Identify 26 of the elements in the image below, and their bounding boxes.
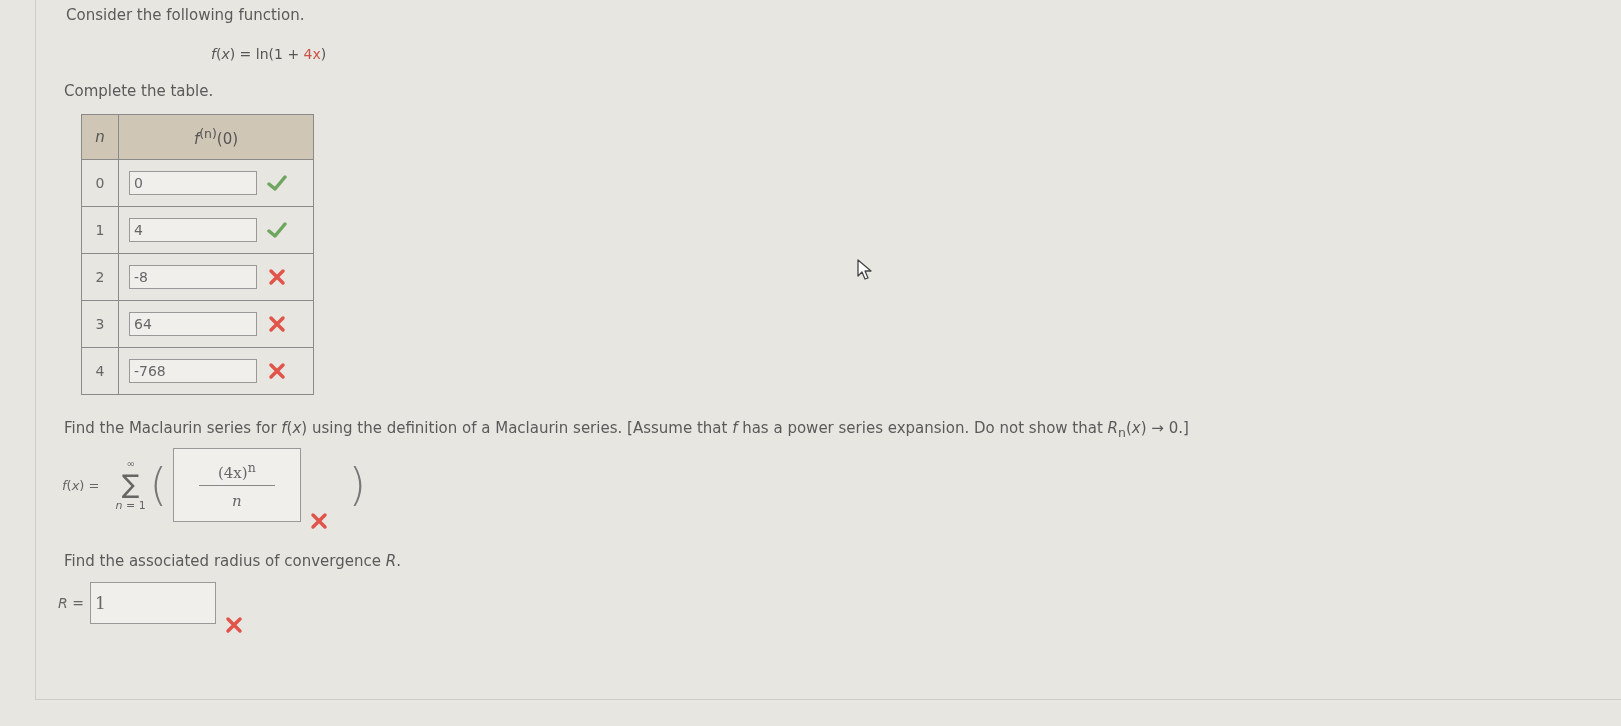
answer-field[interactable]: -8	[129, 265, 257, 289]
sum-upper-limit: ∞	[126, 458, 135, 469]
column-header: f$^{(n)}$(0)	[118, 114, 314, 160]
table-cell: 3	[81, 300, 119, 348]
answer-field[interactable]: 0	[129, 171, 257, 195]
column-header: n	[81, 114, 119, 160]
sum-lower-limit: n = 1	[115, 499, 146, 512]
radius-prompt: Find the associated radius of convergence R.	[64, 552, 401, 570]
table-cell: 1	[81, 206, 119, 254]
table-cell: 4	[81, 347, 119, 395]
function-formula: f(x) = ln(1 + 4x)	[211, 46, 327, 62]
answer-field[interactable]: 64	[129, 312, 257, 336]
table-cell: 0	[81, 159, 119, 207]
answer-field[interactable]: 1	[89, 582, 216, 624]
answer-field[interactable]: -768	[129, 359, 257, 383]
sum-symbol: ∑	[121, 469, 140, 499]
close-parenthesis: )	[348, 463, 366, 507]
answer-field[interactable]: (4x)$^{n}$ n	[172, 448, 301, 522]
table-cell: 2	[81, 253, 119, 301]
series-instructions: Find the Maclaurin series for f(x) using the definition of a Maclaurin series. [Assume that f has a power series expansion. Do not show that R$_{n}$(x) → 0.]	[64, 419, 1189, 440]
table-prompt: Complete the table.	[64, 82, 214, 100]
series-label: f(x) =	[62, 477, 100, 493]
radius-label: R =	[58, 595, 84, 611]
intro-text: Consider the following function.	[66, 6, 305, 24]
answer-field[interactable]: 4	[129, 218, 257, 242]
open-parenthesis: (	[149, 463, 167, 507]
